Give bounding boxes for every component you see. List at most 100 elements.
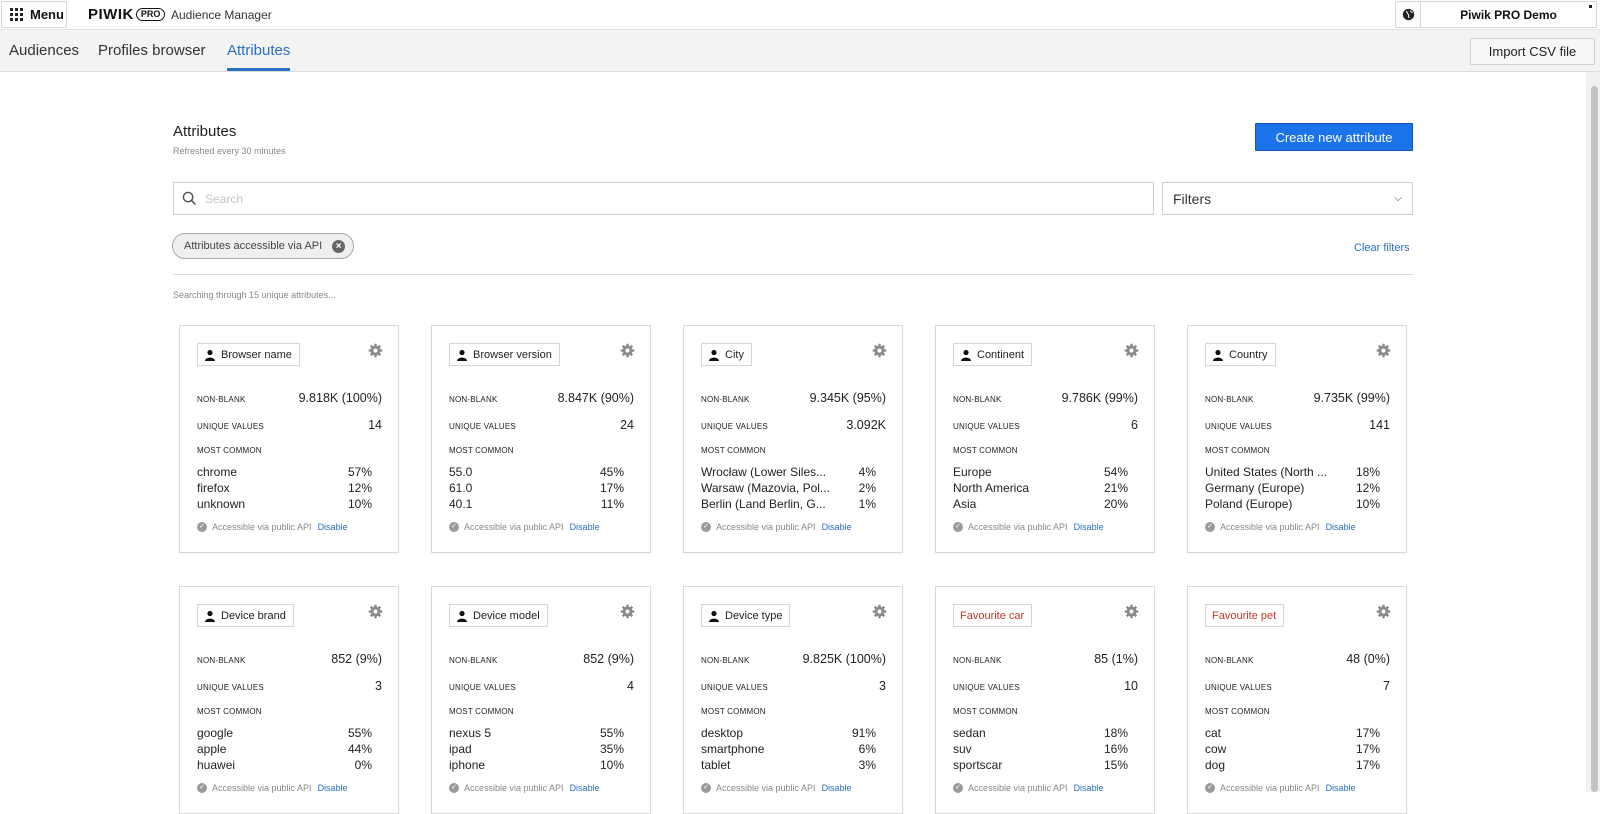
attribute-card[interactable]: Continent NON-BLANK 9.786K (99%) UNIQUE VAL… xyxy=(935,325,1155,553)
api-access-text: Accessible via public API xyxy=(212,522,312,532)
create-attribute-button[interactable]: Create new attribute xyxy=(1255,123,1413,151)
most-common-label: MOST COMMON xyxy=(197,707,262,716)
check-circle-icon: ✓ xyxy=(701,522,711,532)
most-common-list: google 55% apple 44% huawei 0% xyxy=(197,725,372,773)
import-csv-button[interactable]: Import CSV file xyxy=(1470,38,1595,65)
most-common-label: MOST COMMON xyxy=(701,446,766,455)
gear-icon[interactable] xyxy=(1124,343,1139,358)
unique-values-value: 6 xyxy=(1131,418,1138,432)
gear-icon[interactable] xyxy=(872,604,887,619)
common-value: cat xyxy=(1205,726,1222,740)
attribute-card[interactable]: Device type NON-BLANK 9.825K (100%) UNIQUE … xyxy=(683,586,903,814)
person-icon xyxy=(450,344,473,365)
most-common-list: Wrocław (Lower Siles... 4% Warsaw (Mazovia… xyxy=(701,464,876,512)
most-common-item: 55.0 45% xyxy=(449,464,624,480)
gear-icon[interactable] xyxy=(1124,604,1139,619)
common-value: chrome xyxy=(197,465,238,479)
check-circle-icon: ✓ xyxy=(953,522,963,532)
attribute-name-tag[interactable]: Device brand xyxy=(197,604,294,627)
gear-icon[interactable] xyxy=(1376,343,1391,358)
most-common-label: MOST COMMON xyxy=(953,707,1018,716)
most-common-item: firefox 12% xyxy=(197,480,372,496)
non-blank-row: NON-BLANK 9.825K (100%) xyxy=(701,652,886,666)
app-name: Audience Manager xyxy=(171,8,272,22)
attribute-name: Continent xyxy=(977,348,1025,361)
gear-icon[interactable] xyxy=(620,604,635,619)
gear-icon[interactable] xyxy=(1376,604,1391,619)
unique-values-value: 7 xyxy=(1383,679,1390,693)
attribute-card[interactable]: Browser name NON-BLANK 9.818K (100%) UNIQUE… xyxy=(179,325,399,553)
common-value: smartphone xyxy=(701,742,765,756)
common-percent: 17% xyxy=(1355,726,1380,740)
non-blank-value: 9.825K (100%) xyxy=(802,652,886,666)
gear-icon[interactable] xyxy=(368,343,383,358)
most-common-item: desktop 91% xyxy=(701,725,876,741)
tab-profiles-browser[interactable]: Profiles browser xyxy=(98,30,206,71)
most-common-label: MOST COMMON xyxy=(701,707,766,716)
common-value: google xyxy=(197,726,234,740)
filters-dropdown[interactable]: Filters ⌵ xyxy=(1162,182,1413,215)
tab-attributes[interactable]: Attributes xyxy=(227,30,291,71)
common-percent: 57% xyxy=(347,465,372,479)
disable-api-link[interactable]: Disable xyxy=(570,522,600,532)
attribute-name-tag[interactable]: Favourite pet xyxy=(1205,604,1285,627)
unique-values-value: 10 xyxy=(1124,679,1138,693)
most-common-heading: MOST COMMON xyxy=(953,707,1138,716)
attribute-card[interactable]: Device model NON-BLANK 852 (9%) UNIQUE VALU… xyxy=(431,586,651,814)
search-input[interactable] xyxy=(205,191,1105,206)
unique-values-label: UNIQUE VALUES xyxy=(701,422,768,431)
most-common-item: Germany (Europe) 12% xyxy=(1205,480,1380,496)
tab-audiences[interactable]: Audiences xyxy=(9,30,79,71)
attribute-card[interactable]: City NON-BLANK 9.345K (95%) UNIQUE VALUES 3.… xyxy=(683,325,903,553)
check-circle-icon: ✓ xyxy=(1205,522,1215,532)
top-bar: Menu PIWIK PRO Audience Manager Piwik PR… xyxy=(0,0,1600,30)
piwik-pro-logo[interactable]: PIWIK PRO xyxy=(88,6,166,23)
person-icon xyxy=(198,605,221,626)
help-button[interactable] xyxy=(1395,1,1421,28)
attribute-name-tag[interactable]: Favourite car xyxy=(953,604,1033,627)
disable-api-link[interactable]: Disable xyxy=(822,522,852,532)
scrollbar-thumb[interactable] xyxy=(1591,86,1598,792)
common-value: 40.1 xyxy=(449,497,473,511)
menu-button[interactable]: Menu xyxy=(1,1,67,28)
attribute-card[interactable]: Favourite car NON-BLANK 85 (1%) UNIQUE VALU… xyxy=(935,586,1155,814)
most-common-item: Poland (Europe) 10% xyxy=(1205,496,1380,512)
attribute-name-tag[interactable]: Country xyxy=(1205,343,1276,366)
attribute-name-tag[interactable]: Browser version xyxy=(449,343,560,366)
common-percent: 91% xyxy=(851,726,876,740)
non-blank-label: NON-BLANK xyxy=(197,656,246,665)
common-value: cow xyxy=(1205,742,1227,756)
account-switcher[interactable]: Piwik PRO Demo xyxy=(1421,1,1597,28)
gear-icon[interactable] xyxy=(872,343,887,358)
attribute-name-tag[interactable]: Device type xyxy=(701,604,791,627)
remove-filter-icon[interactable]: × xyxy=(332,239,346,253)
attribute-card[interactable]: Favourite pet NON-BLANK 48 (0%) UNIQUE VALU… xyxy=(1187,586,1407,814)
attribute-card[interactable]: Browser version NON-BLANK 8.847K (90%) UNIQ… xyxy=(431,325,651,553)
gear-icon[interactable] xyxy=(368,604,383,619)
api-access-row: ✓ Accessible via public API Disable xyxy=(1205,522,1356,532)
attribute-name-tag[interactable]: Device model xyxy=(449,604,548,627)
attribute-name-tag[interactable]: City xyxy=(701,343,752,366)
disable-api-link[interactable]: Disable xyxy=(1074,522,1104,532)
common-value: Warsaw (Mazovia, Pol... xyxy=(701,481,830,495)
attribute-card[interactable]: Country NON-BLANK 9.735K (99%) UNIQUE VALUE… xyxy=(1187,325,1407,553)
attribute-name-tag[interactable]: Browser name xyxy=(197,343,300,366)
common-percent: 12% xyxy=(347,481,372,495)
check-circle-icon: ✓ xyxy=(197,522,207,532)
attribute-name-tag[interactable]: Continent xyxy=(953,343,1033,366)
most-common-list: cat 17% cow 17% dog 17% xyxy=(1205,725,1380,773)
search-bar[interactable] xyxy=(173,182,1154,215)
common-value: Berlin (Land Berlin, G... xyxy=(701,497,826,511)
gear-icon[interactable] xyxy=(620,343,635,358)
non-blank-label: NON-BLANK xyxy=(197,395,246,404)
most-common-label: MOST COMMON xyxy=(1205,707,1270,716)
most-common-label: MOST COMMON xyxy=(449,707,514,716)
common-value: Poland (Europe) xyxy=(1205,497,1293,511)
disable-api-link[interactable]: Disable xyxy=(1326,522,1356,532)
disable-api-link[interactable]: Disable xyxy=(318,522,348,532)
api-access-row: ✓ Accessible via public API Disable xyxy=(449,522,600,532)
clear-filters-link[interactable]: Clear filters xyxy=(1354,242,1410,254)
unique-values-label: UNIQUE VALUES xyxy=(449,422,516,431)
api-access-text: Accessible via public API xyxy=(968,522,1068,532)
attribute-card[interactable]: Device brand NON-BLANK 852 (9%) UNIQUE VALU… xyxy=(179,586,399,814)
